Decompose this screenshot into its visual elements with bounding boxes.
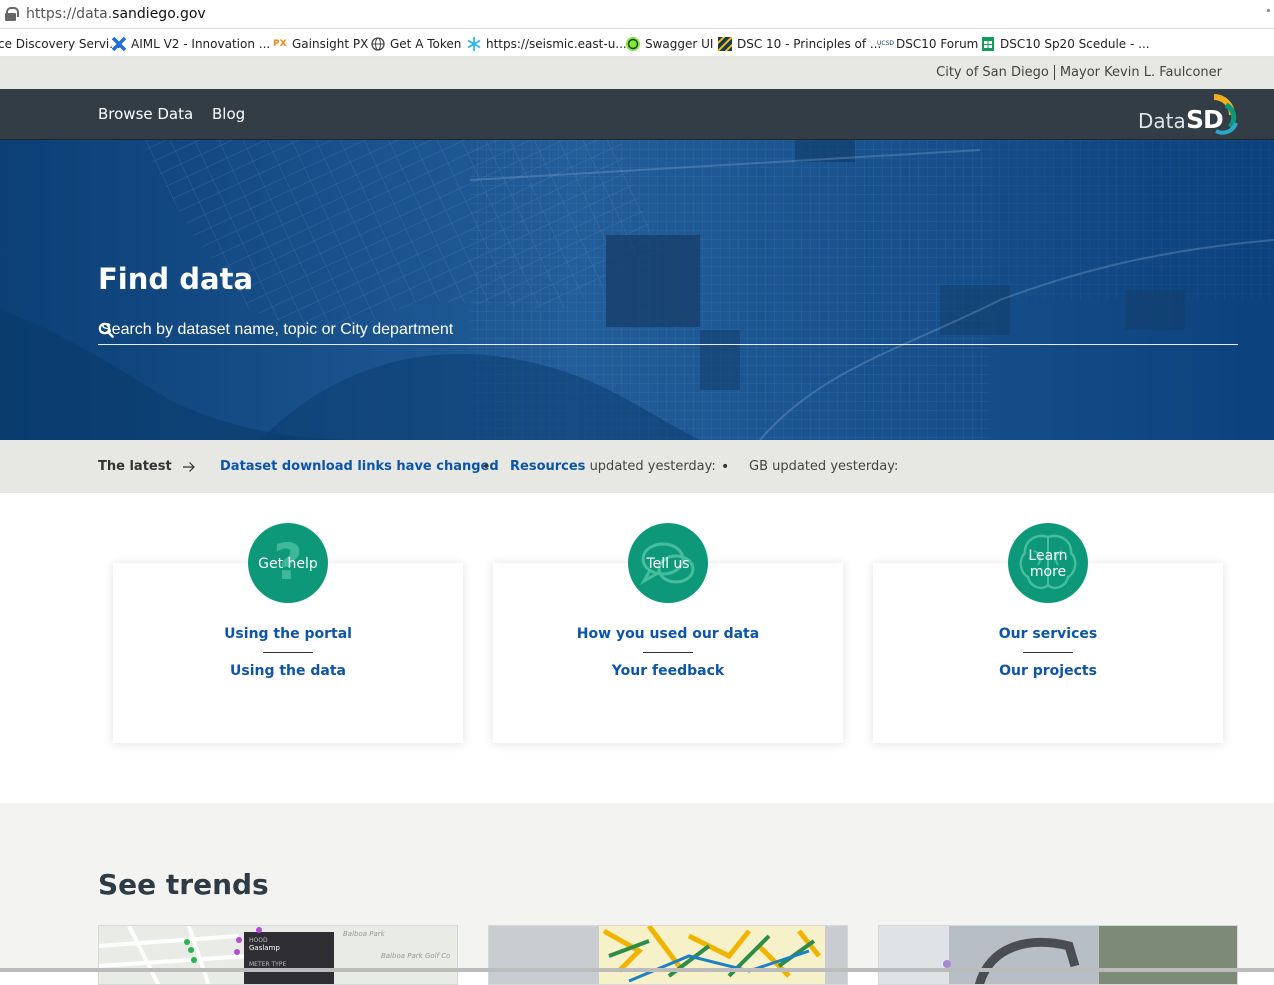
bookmark-item[interactable]: DSC 10 - Principles of ... (718, 35, 881, 53)
latest-resources-text: updated yesterday: (585, 459, 716, 474)
search-input[interactable] (98, 318, 1188, 342)
link-your-feedback[interactable]: Your feedback (493, 663, 843, 679)
latest-item-gb: GB updated yesterday: (749, 459, 899, 474)
city-link[interactable]: City of San Diego (936, 65, 1049, 80)
streets-map-image (489, 926, 847, 984)
bookmark-label: https://seismic.east-u... (486, 37, 627, 51)
bookmark-label: ce Discovery Servi... (0, 37, 121, 51)
divider (263, 652, 313, 653)
latest-label: The latest (98, 459, 172, 474)
nav-blog[interactable]: Blog (212, 105, 245, 123)
link-our-services[interactable]: Our services (873, 626, 1223, 642)
latest-strip: The latest Dataset download links have c… (0, 440, 1274, 493)
hero-banner: Find data (0, 140, 1274, 440)
divider (1023, 652, 1073, 653)
circle-label: Get help (258, 556, 318, 572)
bookmark-label: DSC10 Sp20 Scedule - ... (1000, 37, 1150, 51)
map-label-gaslamp: Gaslamp (249, 944, 280, 952)
globe-icon (371, 37, 385, 51)
swagger-icon (626, 37, 640, 51)
map-label-balboa-park: Balboa Park (343, 930, 386, 938)
bookmark-item[interactable]: ce Discovery Servi... (0, 35, 121, 53)
datasd-logo[interactable]: Data SD (1136, 93, 1242, 137)
nav-browse-data[interactable]: Browse Data (98, 105, 193, 123)
address-url[interactable]: https://data.sandiego.gov (26, 6, 206, 22)
bookmark-item[interactable]: https://seismic.east-u... (467, 35, 627, 53)
horizontal-scrollbar[interactable] (0, 968, 1274, 972)
divider (1053, 65, 1055, 80)
city-bar: City of San Diego Mayor Kevin L. Faulcone… (0, 57, 1274, 89)
x-logo-icon (112, 37, 126, 51)
bookmark-label: DSC 10 - Principles of ... (737, 37, 882, 51)
bookmark-label: Swagger UI (645, 37, 714, 51)
trends-section: See trends HOOD Gaslamp METER TYPE Balbo… (0, 803, 1274, 985)
bookmark-item[interactable]: Get A Token (371, 35, 461, 53)
circle-tell-us: Tell us (628, 523, 708, 603)
sheets-icon (982, 37, 994, 51)
trend-thumbnail-water[interactable] (878, 925, 1238, 985)
bookmark-item[interactable]: DSC10 Sp20 Scedule - ... (981, 35, 1150, 53)
link-how-you-used-our-data[interactable]: How you used our data (493, 626, 843, 642)
bookmarks-bar: ce Discovery Servi... AIML V2 - Innovati… (0, 30, 1274, 57)
browser-address-bar[interactable]: https://data.sandiego.gov (0, 0, 1274, 29)
link-our-projects[interactable]: Our projects (873, 663, 1223, 679)
logo-data-text: Data (1138, 109, 1186, 133)
bookmark-label: Gainsight PX (292, 37, 369, 51)
lock-icon (5, 7, 19, 21)
bookmark-item[interactable]: AIML V2 - Innovation ... (112, 35, 270, 53)
circle-label-line2: more (1029, 564, 1067, 580)
link-using-the-portal[interactable]: Using the portal (113, 626, 463, 642)
search-icon[interactable] (98, 322, 114, 338)
mayor-link[interactable]: Mayor Kevin L. Faulconer (1060, 65, 1222, 80)
bullet-separator: • (482, 459, 491, 475)
latest-item-resources: Resources updated yesterday: (510, 459, 716, 474)
stripes-icon (718, 37, 732, 51)
bullet-separator: • (721, 459, 730, 475)
arrow-right-icon (183, 462, 195, 472)
search-bar (98, 318, 1238, 345)
main-nav: Browse Data Blog (0, 89, 1274, 140)
url-domain: sandiego.gov (112, 6, 206, 22)
bookmark-label: Get A Token (390, 37, 462, 51)
map-label-hood: HOOD (249, 937, 268, 944)
snowflake-icon (467, 37, 481, 51)
circle-label-line1: Learn (1028, 548, 1068, 564)
latest-resources-link[interactable]: Resources (510, 459, 585, 474)
map-label-meter-type: METER TYPE (249, 961, 286, 968)
circle-learn-more: Learn more (1008, 523, 1088, 603)
link-using-the-data[interactable]: Using the data (113, 663, 463, 679)
parking-map-image: HOOD Gaslamp METER TYPE Balboa Park Balb… (99, 926, 457, 984)
latest-item-download-links[interactable]: Dataset download links have changed (220, 459, 499, 474)
bookmark-item[interactable]: UCSD DSC10 Forum (877, 35, 978, 53)
circle-label: Tell us (646, 556, 690, 572)
trend-thumbnail-streets[interactable] (488, 925, 848, 985)
hero-title: Find data (98, 262, 254, 296)
bookmark-label: AIML V2 - Innovation ... (131, 37, 271, 51)
section-title-see-trends: See trends (98, 868, 269, 901)
divider (643, 652, 693, 653)
trend-thumbnail-parking[interactable]: HOOD Gaslamp METER TYPE Balboa Park Balb… (98, 925, 458, 985)
ucsd-icon: UCSD (877, 40, 895, 47)
bookmark-item[interactable]: Swagger UI (626, 35, 713, 53)
bookmark-item[interactable]: PX Gainsight PX (273, 35, 368, 53)
logo-sd-text: SD (1186, 105, 1224, 134)
px-icon: PX (273, 39, 287, 49)
map-label-balboa-golf: Balboa Park Golf Co (381, 952, 450, 960)
url-scheme: https://data. (26, 6, 113, 22)
help-cards-section: Using the portal Using the data ? Get he… (0, 493, 1274, 803)
menu-dot-icon[interactable] (1267, 9, 1270, 12)
faucet-photo-image (879, 926, 1237, 984)
bookmark-label: DSC10 Forum (896, 37, 979, 51)
circle-get-help: ? Get help (248, 523, 328, 603)
